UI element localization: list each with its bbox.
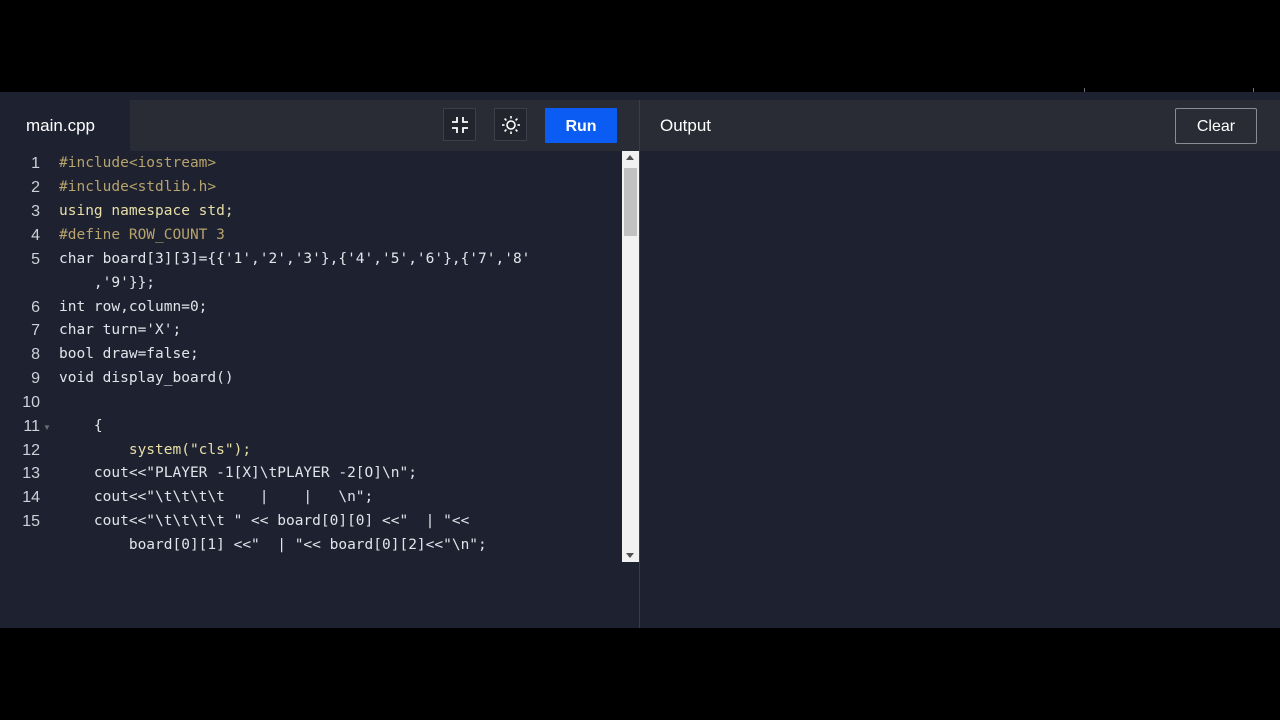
editor-scrollbar[interactable] <box>622 151 639 562</box>
editor-header: main.cpp Run <box>0 100 639 151</box>
output-console[interactable] <box>640 151 1280 628</box>
fold-arrow-icon[interactable]: ▼ <box>43 423 51 432</box>
code-line: void display_board() <box>59 370 234 386</box>
code-editor[interactable]: 1 2 3 4 5 6 7 8 9 10 11 ▼ 12 13 14 15 #i… <box>0 151 622 562</box>
line-number: 12 <box>22 442 40 459</box>
code-line: ,'9'}}; <box>59 275 156 291</box>
code-line: board[0][1] <<" | "<< board[0][2]<<"\n"; <box>59 537 487 553</box>
line-number: 5 <box>31 251 40 268</box>
line-number: 3 <box>31 203 40 220</box>
fullscreen-button[interactable] <box>443 108 476 141</box>
code-line: char turn='X'; <box>59 322 182 338</box>
output-header: Output Clear <box>640 100 1280 151</box>
line-number: 11 <box>23 418 40 435</box>
line-number: 9 <box>31 370 40 387</box>
line-number: 4 <box>31 227 40 244</box>
scroll-up-arrow-icon[interactable] <box>626 155 634 160</box>
line-number: 8 <box>31 346 40 363</box>
line-number: 6 <box>31 299 40 316</box>
code-line: #include<stdlib.h> <box>59 179 217 195</box>
tab-main-cpp[interactable]: main.cpp <box>0 100 130 151</box>
code-line: int row,column=0; <box>59 299 208 315</box>
code-line: cout<<"\t\t\t\t | | \n"; <box>59 489 374 505</box>
editor-pane: main.cpp Run 1 2 3 4 5 6 7 8 9 10 11 ▼ 1… <box>0 100 639 628</box>
fullscreen-exit-icon <box>451 116 468 133</box>
line-number: 7 <box>31 322 40 339</box>
line-number: 1 <box>31 155 40 172</box>
scroll-thumb[interactable] <box>624 168 637 236</box>
code-line: #define ROW_COUNT 3 <box>59 227 225 243</box>
run-button[interactable]: Run <box>545 108 617 143</box>
scroll-down-arrow-icon[interactable] <box>626 553 634 558</box>
output-pane: Output Clear <box>640 100 1280 628</box>
line-number: 10 <box>22 394 40 411</box>
line-number: 13 <box>22 465 40 482</box>
code-line: bool draw=false; <box>59 346 199 362</box>
code-line: using namespace std; <box>59 203 234 219</box>
code-line: cout<<"\t\t\t\t " << board[0][0] <<" | "… <box>59 513 470 529</box>
line-number: 2 <box>31 179 40 196</box>
clear-button[interactable]: Clear <box>1175 108 1257 144</box>
theme-toggle-button[interactable] <box>494 108 527 141</box>
sun-icon <box>501 115 520 134</box>
output-title: Output <box>660 116 712 135</box>
code-line: char board[3][3]={{'1','2','3'},{'4','5'… <box>59 251 531 267</box>
code-line: cout<<"PLAYER -1[X]\tPLAYER -2[O]\n"; <box>59 465 417 481</box>
code-line: { <box>59 418 103 434</box>
line-number: 15 <box>22 513 40 530</box>
code-line: #include<iostream> <box>59 155 217 171</box>
code-line: system("cls"); <box>59 442 252 458</box>
line-number: 14 <box>22 489 40 506</box>
